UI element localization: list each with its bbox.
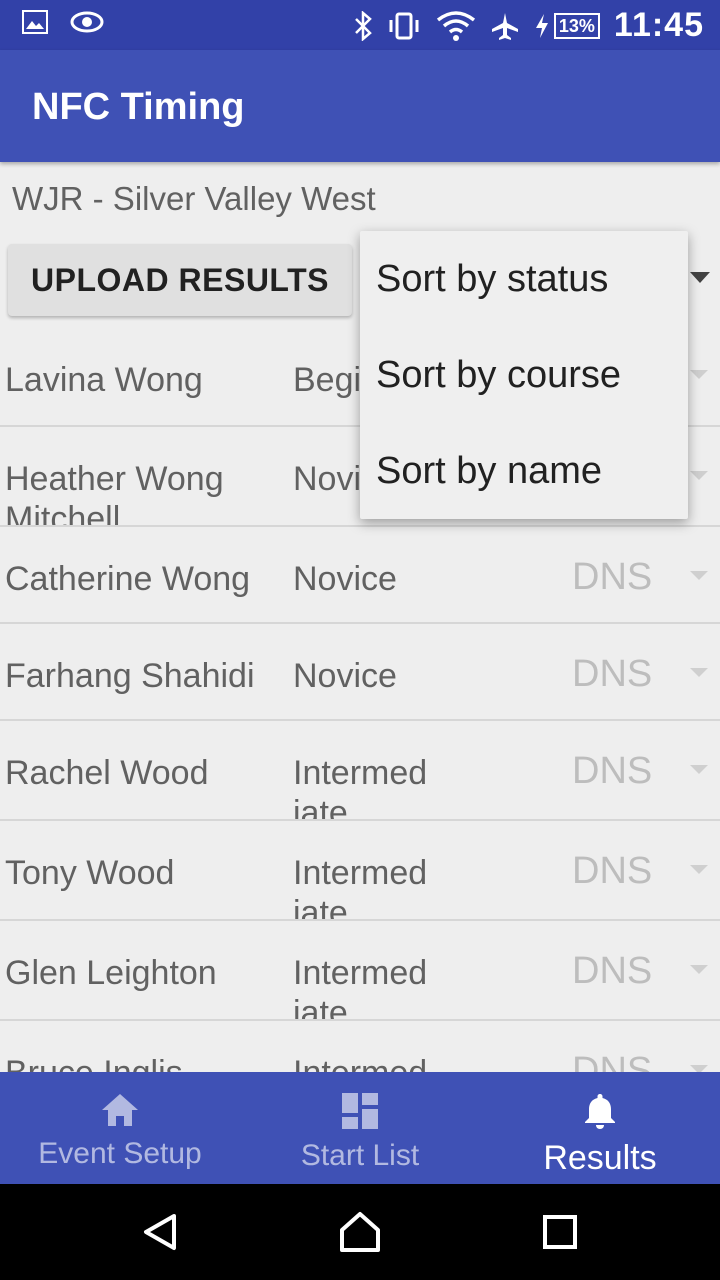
runner-status: DNS <box>572 1050 653 1073</box>
bottom-navigation: Event Setup Start List Results <box>0 1072 720 1184</box>
runner-name: Rachel Wood <box>5 754 209 792</box>
event-name: WJR - Silver Valley West <box>12 180 376 217</box>
wifi-icon <box>436 10 476 42</box>
sort-menu: Sort by status Sort by course Sort by na… <box>360 231 688 519</box>
status-dropdown-icon[interactable] <box>690 668 708 677</box>
runner-status: DNS <box>572 850 653 892</box>
clock: 11:45 <box>613 6 704 44</box>
runner-course: Novice <box>293 560 397 598</box>
dashboard-icon <box>341 1092 379 1135</box>
sort-dropdown-arrow-icon[interactable] <box>690 272 710 283</box>
runner-name: Heather Wong Mitchell <box>5 460 224 525</box>
app-bar: NFC Timing <box>0 50 720 162</box>
nav-start-list[interactable]: Start List <box>240 1072 480 1184</box>
vibrate-icon <box>386 12 422 40</box>
app-title: NFC Timing <box>32 86 245 128</box>
result-row[interactable]: Farhang Shahidi Novice DNS <box>0 624 720 721</box>
status-dropdown-icon[interactable] <box>690 865 708 874</box>
runner-course: Intermediate <box>293 754 428 819</box>
eye-icon <box>70 10 104 34</box>
nav-label: Start List <box>300 1139 420 1172</box>
runner-status: DNS <box>572 950 653 992</box>
status-dropdown-icon[interactable] <box>690 370 708 379</box>
status-dropdown-icon[interactable] <box>690 965 708 974</box>
runner-course: Intermediate <box>293 954 428 1019</box>
charging-icon <box>534 13 550 39</box>
runner-status: DNS <box>572 653 653 695</box>
upload-results-button[interactable]: UPLOAD RESULTS <box>8 244 352 316</box>
status-dropdown-icon[interactable] <box>690 471 708 480</box>
nav-label: Event Setup <box>38 1137 202 1170</box>
bell-icon <box>582 1092 618 1135</box>
airplane-icon <box>490 11 520 41</box>
runner-status: DNS <box>572 556 653 598</box>
runner-name: Farhang Shahidi <box>5 657 255 695</box>
result-row[interactable]: Bruce Inglis Intermediate DNS <box>0 1021 720 1073</box>
runner-name: Catherine Wong <box>5 560 251 598</box>
nav-label: Results <box>543 1139 657 1177</box>
sort-by-name-option[interactable]: Sort by name <box>360 423 688 519</box>
nav-results[interactable]: Results <box>480 1072 720 1184</box>
result-row[interactable]: Catherine Wong Novice DNS <box>0 527 720 624</box>
image-icon <box>22 10 48 34</box>
back-icon[interactable] <box>132 1204 188 1260</box>
runner-name: Tony Wood <box>5 854 175 892</box>
runner-course: Intermediate <box>293 854 428 919</box>
status-dropdown-icon[interactable] <box>690 765 708 774</box>
result-row[interactable]: Tony Wood Intermediate DNS <box>0 821 720 921</box>
sort-by-course-option[interactable]: Sort by course <box>360 327 688 423</box>
runner-name: Bruce Inglis <box>5 1054 183 1073</box>
battery-indicator: 13% <box>534 12 600 39</box>
battery-percent: 13% <box>553 12 600 39</box>
bluetooth-icon <box>354 10 372 41</box>
runner-course: Novice <box>293 657 397 695</box>
recent-apps-icon[interactable] <box>532 1204 588 1260</box>
status-dropdown-icon[interactable] <box>690 571 708 580</box>
runner-course: Intermediate <box>293 1054 428 1073</box>
runner-name: Lavina Wong <box>5 361 203 399</box>
system-navigation-bar <box>0 1184 720 1280</box>
runner-name: Glen Leighton <box>5 954 217 992</box>
result-row[interactable]: Glen Leighton Intermediate DNS <box>0 921 720 1021</box>
sort-by-status-option[interactable]: Sort by status <box>360 231 688 327</box>
nav-event-setup[interactable]: Event Setup <box>0 1072 240 1184</box>
home-button-icon[interactable] <box>332 1204 388 1260</box>
runner-status: DNS <box>572 750 653 792</box>
status-bar: 13% 11:45 <box>0 0 720 50</box>
home-icon <box>100 1092 140 1133</box>
result-row[interactable]: Rachel Wood Intermediate DNS <box>0 721 720 821</box>
